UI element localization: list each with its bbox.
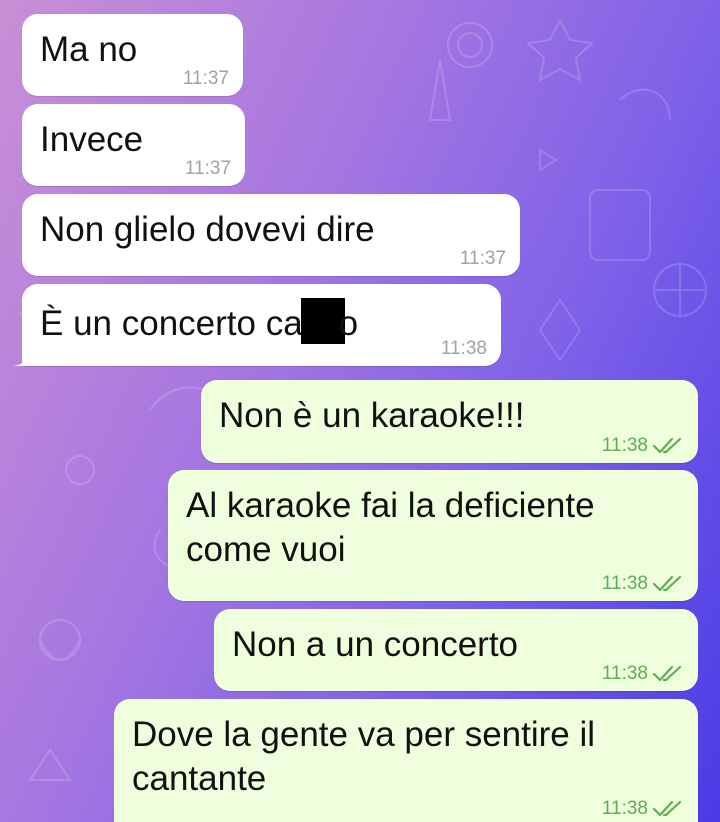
bubble-tail	[13, 348, 31, 366]
time-label: 11:38	[440, 338, 487, 359]
message-time: 11:37	[185, 158, 231, 180]
message-time: 11:38	[441, 338, 487, 360]
message-line: Al karaoke fai la deficiente	[186, 486, 595, 525]
chat-messages[interactable]: Ma no 11:37 Invece 11:37 Non glielo dove…	[0, 0, 720, 822]
time-label: 11:38	[601, 435, 648, 456]
message-text-part: o	[338, 304, 359, 343]
message-text-part: È un concerto ca	[40, 304, 303, 343]
double-check-icon	[652, 575, 684, 593]
incoming-message[interactable]: È un concerto ca o 11:38	[13, 284, 501, 366]
double-check-icon	[652, 437, 684, 455]
outgoing-message[interactable]: Non è un karaoke!!! 11:38	[201, 380, 698, 463]
incoming-message[interactable]: Invece 11:37	[22, 104, 245, 186]
message-time: 11:37	[460, 248, 506, 270]
message-line: cantante	[132, 759, 267, 798]
message-text: Non è un karaoke!!!	[219, 396, 525, 435]
time-label: 11:38	[601, 573, 648, 594]
double-check-icon	[652, 665, 684, 683]
message-text: Non glielo dovevi dire	[40, 210, 375, 249]
message-text: Invece	[40, 120, 144, 159]
message-time: 11:38	[602, 798, 684, 820]
incoming-message[interactable]: Ma no 11:37	[22, 14, 243, 96]
message-time: 11:38	[602, 663, 684, 685]
outgoing-message[interactable]: Al karaoke fai la deficiente come vuoi 1…	[168, 470, 698, 601]
outgoing-message[interactable]: Dove la gente va per sentire il cantante…	[114, 699, 698, 822]
incoming-message[interactable]: Non glielo dovevi dire 11:37	[22, 194, 520, 276]
time-label: 11:37	[184, 158, 231, 179]
double-check-icon	[652, 800, 684, 818]
message-text: Non a un concerto	[232, 625, 519, 664]
time-label: 11:38	[601, 663, 648, 684]
message-time: 11:37	[183, 68, 229, 90]
time-label: 11:38	[601, 798, 648, 819]
outgoing-message[interactable]: Non a un concerto 11:38	[214, 609, 698, 691]
message-time: 11:38	[602, 435, 684, 457]
time-label: 11:37	[182, 68, 229, 89]
message-time: 11:38	[602, 573, 684, 595]
time-label: 11:37	[459, 248, 506, 269]
message-line: come vuoi	[186, 530, 346, 569]
message-line: Dove la gente va per sentire il	[132, 715, 596, 754]
message-text: Ma no	[40, 30, 138, 69]
